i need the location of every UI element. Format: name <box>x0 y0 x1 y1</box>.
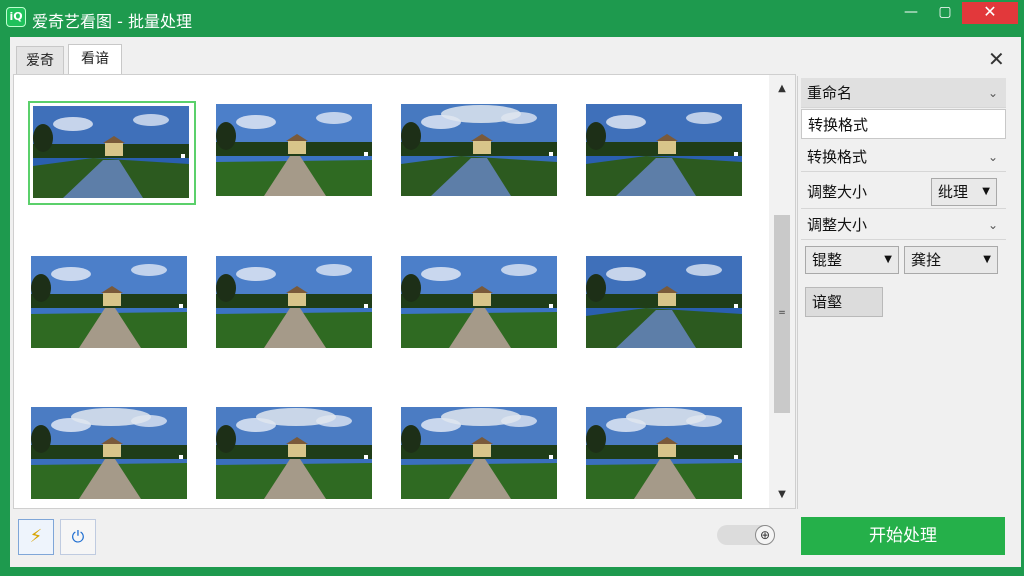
rename-label: 重命名 <box>807 84 853 102</box>
chevron-down-icon: ⌄ <box>987 218 998 232</box>
photo-thumbnail[interactable] <box>214 405 376 503</box>
dropdown-arrow-icon: ▼ <box>982 186 990 197</box>
option-select-b[interactable]: 龚拴 ▼ <box>904 246 998 274</box>
photo-thumbnail[interactable] <box>29 405 191 503</box>
chevron-down-icon: ⌄ <box>987 86 998 100</box>
photo-thumbnail[interactable] <box>584 102 746 200</box>
zoom-toggle[interactable]: ⊕ <box>717 525 775 545</box>
tab-aiqi[interactable]: 爱奇 <box>16 46 64 74</box>
maximize-button[interactable]: ▢ <box>930 2 960 24</box>
title-bar[interactable]: iQ 爱奇艺看图 - 批量处理 — ▢ ✕ <box>0 0 1024 36</box>
resize-section[interactable]: 调整大小 ⌄ <box>801 210 1006 240</box>
dialog-close-icon[interactable]: ✕ <box>988 47 1005 71</box>
resize-mode-select[interactable]: 纰理 ▼ <box>931 178 997 206</box>
dropdown-arrow-icon: ▼ <box>983 254 991 265</box>
panel-action-button[interactable]: 谙壑 <box>805 287 883 317</box>
convert-format-label: 转换格式 <box>807 148 868 166</box>
window-title: 爱奇艺看图 - 批量处理 <box>32 12 192 31</box>
option-select-a-value: 锟整 <box>812 251 843 269</box>
photo-thumbnail[interactable] <box>214 254 376 352</box>
dropdown-arrow-icon: ▼ <box>884 254 892 265</box>
batch-window: iQ 爱奇艺看图 - 批量处理 — ▢ ✕ 爱奇 看谙 ✕ ▲ = ▼ ⚡ ⏻ … <box>0 0 1024 576</box>
option-select-a[interactable]: 锟整 ▼ <box>805 246 899 274</box>
chevron-down-icon: ⌄ <box>987 150 998 164</box>
minimize-button[interactable]: — <box>896 2 926 24</box>
photo-thumbnail[interactable] <box>584 254 746 352</box>
scroll-down-icon[interactable]: ▼ <box>769 485 795 505</box>
convert-format-section[interactable]: 转换格式 ⌄ <box>801 142 1006 172</box>
resize-label: 调整大小 <box>807 216 868 234</box>
option-select-b-value: 龚拴 <box>911 251 942 269</box>
scroll-grip-icon: = <box>778 308 786 318</box>
photo-thumbnail[interactable] <box>28 101 196 205</box>
power-tool-button[interactable]: ⏻ <box>60 519 96 555</box>
tab-kantu[interactable]: 看谙 <box>68 44 122 74</box>
photo-thumbnail[interactable] <box>399 254 561 352</box>
photo-thumbnail[interactable] <box>399 102 561 200</box>
photo-thumbnail[interactable] <box>584 405 746 503</box>
app-logo-icon: iQ <box>6 7 26 27</box>
flash-tool-button[interactable]: ⚡ <box>18 519 54 555</box>
resize-mode-value: 纰理 <box>938 183 969 201</box>
scroll-up-icon[interactable]: ▲ <box>769 79 795 99</box>
zoom-plus-icon[interactable]: ⊕ <box>755 525 775 545</box>
photo-thumbnail[interactable] <box>29 254 191 352</box>
dialog-body: 爱奇 看谙 ✕ ▲ = ▼ ⚡ ⏻ ⊕ 重命名 ⌄ 转换格式 转换格式 ⌄ 调整… <box>10 37 1021 567</box>
bottom-toolbar: ⚡ ⏻ ⊕ <box>13 509 796 565</box>
photo-thumbnail[interactable] <box>399 405 561 503</box>
convert-format-option[interactable]: 转换格式 <box>801 109 1006 139</box>
vertical-scrollbar[interactable]: ▲ = ▼ <box>769 75 795 508</box>
rename-section[interactable]: 重命名 ⌄ <box>801 78 1006 108</box>
thumbnail-grid: ▲ = ▼ <box>13 74 796 509</box>
options-panel: 重命名 ⌄ 转换格式 转换格式 ⌄ 调整大小 纰理 ▼ 调整大小 ⌄ 锟整 ▼ <box>797 76 1008 509</box>
photo-thumbnail[interactable] <box>214 102 376 200</box>
resize-inline-label: 调整大小 <box>807 183 868 201</box>
start-processing-button[interactable]: 开始处理 <box>801 517 1005 555</box>
close-window-button[interactable]: ✕ <box>962 2 1018 24</box>
